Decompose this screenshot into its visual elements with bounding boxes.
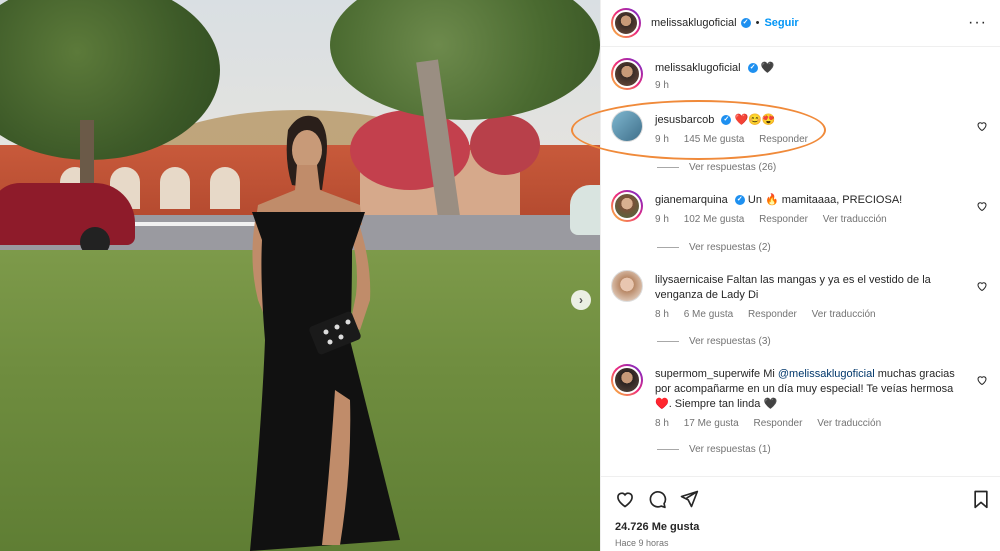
- comment-likes[interactable]: 102 Me gusta: [684, 214, 745, 225]
- reply-button[interactable]: Responder: [759, 214, 808, 225]
- comment-item: gianemarquina ✓ Un 🔥 mamitaaaa, PRECIOSA…: [611, 190, 996, 260]
- comment-icon[interactable]: [647, 489, 667, 509]
- chevron-right-icon: ›: [579, 293, 583, 307]
- comment-text: Un 🔥 mamitaaaa, PRECIOSA!: [747, 194, 903, 206]
- post-side-panel: melissaklugoficial ✓ • Seguir ··· meliss…: [600, 0, 1000, 551]
- follow-button[interactable]: Seguir: [764, 17, 798, 29]
- verified-badge-icon: ✓: [740, 18, 751, 28]
- reply-button[interactable]: Responder: [759, 134, 808, 145]
- post-header: melissaklugoficial ✓ • Seguir ···: [601, 0, 1000, 47]
- heart-icon[interactable]: [615, 489, 635, 509]
- view-replies-button[interactable]: Ver respuestas (26): [657, 162, 776, 173]
- comment-username[interactable]: jesusbarcob: [655, 114, 714, 126]
- view-replies-button[interactable]: Ver respuestas (3): [657, 336, 771, 347]
- caption-username[interactable]: melissaklugoficial: [655, 62, 741, 74]
- separator-dot: •: [755, 17, 760, 29]
- author-username[interactable]: melissaklugoficial: [651, 17, 737, 29]
- comment-time: 8 h: [655, 309, 669, 320]
- comment-avatar[interactable]: [611, 270, 643, 302]
- heart-icon[interactable]: [976, 200, 988, 212]
- comment-likes[interactable]: 6 Me gusta: [684, 309, 733, 320]
- next-photo-button[interactable]: ›: [571, 290, 591, 310]
- post-actions-bar: 24.726 Me gusta Hace 9 horas: [601, 476, 1000, 551]
- caption-text: 🖤: [760, 62, 775, 74]
- comment-avatar[interactable]: [611, 364, 643, 396]
- translate-button[interactable]: Ver traducción: [823, 214, 887, 225]
- photo-woman-black-dress: [250, 115, 400, 551]
- post-time-ago[interactable]: Hace 9 horas: [615, 538, 669, 548]
- translate-button[interactable]: Ver traducción: [817, 418, 881, 429]
- verified-badge-icon: ✓: [734, 195, 745, 206]
- heart-icon[interactable]: [976, 280, 988, 292]
- post-photo: ›: [0, 0, 600, 551]
- heart-icon[interactable]: [976, 374, 988, 386]
- verified-badge-icon: ✓: [747, 63, 758, 74]
- comment-likes[interactable]: 17 Me gusta: [684, 418, 739, 429]
- comment-mention-link[interactable]: @melissaklugoficial: [778, 368, 875, 380]
- reply-button[interactable]: Responder: [748, 309, 797, 320]
- more-options-icon[interactable]: ···: [968, 14, 987, 32]
- comment-time: 9 h: [655, 134, 669, 145]
- caption-time: 9 h: [655, 80, 669, 91]
- view-replies-button[interactable]: Ver respuestas (2): [657, 242, 771, 253]
- view-replies-button[interactable]: Ver respuestas (1): [657, 444, 771, 455]
- comment-text-before: Mi: [763, 368, 775, 380]
- share-icon[interactable]: [679, 489, 699, 509]
- comment-item: supermom_superwife Mi @melissaklugoficia…: [611, 364, 996, 464]
- comment-item: lilysaernicaise Faltan las mangas y ya e…: [611, 270, 996, 350]
- author-avatar[interactable]: [611, 8, 641, 38]
- verified-badge-icon: ✓: [721, 115, 732, 126]
- caption-avatar[interactable]: [611, 58, 643, 90]
- likes-count[interactable]: 24.726 Me gusta: [615, 521, 699, 533]
- caption: melissaklugoficial ✓ 🖤 9 h: [611, 58, 996, 98]
- comment-username[interactable]: supermom_superwife: [655, 368, 760, 380]
- heart-icon[interactable]: [976, 120, 988, 132]
- comment-likes[interactable]: 145 Me gusta: [684, 134, 745, 145]
- comment-time: 9 h: [655, 214, 669, 225]
- bookmark-icon[interactable]: [971, 489, 991, 509]
- comment-username[interactable]: lilysaernicaise: [655, 274, 723, 286]
- comment-username[interactable]: gianemarquina: [655, 194, 728, 206]
- comment-time: 8 h: [655, 418, 669, 429]
- comments-list[interactable]: melissaklugoficial ✓ 🖤 9 h jesusbarcob ✓…: [601, 48, 1000, 476]
- comment-avatar[interactable]: [611, 110, 643, 142]
- reply-button[interactable]: Responder: [754, 418, 803, 429]
- comment-avatar[interactable]: [611, 190, 643, 222]
- comment-item: jesusbarcob ✓ ❤️😊😍 9 h 145 Me gusta Resp…: [611, 110, 996, 180]
- translate-button[interactable]: Ver traducción: [812, 309, 876, 320]
- comment-text: ❤️😊😍: [734, 114, 776, 126]
